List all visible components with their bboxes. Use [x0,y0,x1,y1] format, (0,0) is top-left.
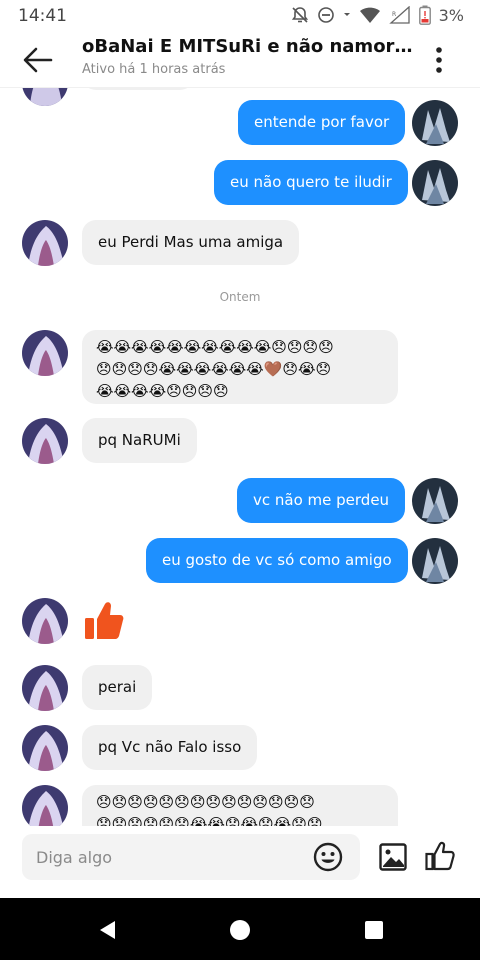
arrow-left-icon [23,47,53,73]
date-divider: Ontem [219,290,261,304]
conversation-title[interactable]: oBaNai E MITSuRi e não namora ... [82,36,420,57]
nav-home-button[interactable] [228,918,252,942]
message-text: pq NaRUMi [98,431,181,449]
thumbs-up-reaction[interactable] [82,598,126,642]
triangle-back-icon [100,921,115,939]
message-bubble-emoji[interactable]: 😭😭😭😭😭😭😭😭😭😭😞😞😞😞 😞😞😞😞😭😭😭😭😭😭🤎😞😭😞 😭😭😭😭😞😞😞😞 [82,330,398,404]
message-bubble-incoming[interactable]: pq Vc não Falo isso [82,725,258,770]
emoji-button[interactable] [312,841,344,873]
thumbs-up-icon [425,841,455,871]
message-bubble-outgoing[interactable]: entende por favor [238,100,406,145]
emoji-row: 😭😭😭😭😭😭😭😭😭😭😞😞😞😞 [96,338,334,356]
status-time: 14:41 [18,6,67,26]
message-text: perai [98,678,137,696]
smiley-icon [313,842,343,872]
chat-header: oBaNai E MITSuRi e não namora ... Ativo … [0,32,480,88]
message-bubble-emoji[interactable]: 😞😞😞😞😞😞😞😞😞😞😞😞😞😞 😞😞😞😞😞😞😭😭😞😭😞😭😞😞 [82,785,398,826]
status-icons: R 3% [291,5,464,25]
message-text: vc não me perdeu [253,491,390,509]
my-avatar[interactable] [412,538,458,584]
notifications-off-icon [291,7,308,23]
emoji-row: 😞😞😞😞😭😭😭😭😭😭🤎😞😭😞 [96,360,332,378]
signal-icon: R [388,6,410,24]
message-text: eu gosto de vc só como amigo [162,551,392,569]
message-bubble-incoming[interactable]: eu Perdi Mas uma amiga [82,220,300,265]
emoji-row: 😭😭😭😭😞😞😞😞 [96,382,229,400]
image-icon [379,843,407,871]
square-recents-icon [365,921,383,939]
contact-avatar[interactable] [22,785,68,826]
contact-avatar[interactable] [22,220,68,266]
circle-home-icon [230,920,250,940]
message-text: pq Vc não Falo isso [98,738,242,756]
back-button[interactable] [18,40,58,80]
more-vertical-icon [436,47,442,73]
message-bubble-incoming[interactable]: pq NaRUMi [82,418,197,463]
message-text: eu não quero te iludir [230,173,392,191]
my-avatar[interactable] [412,478,458,524]
emoji-row: 😞😞😞😞😞😞😞😞😞😞😞😞😞😞 [96,793,315,811]
arrows-icon [343,13,350,16]
contact-avatar[interactable] [22,330,68,376]
status-bar: 14:41 R 3% [0,0,480,32]
do-not-disturb-icon [317,7,334,23]
message-bubble-outgoing[interactable]: vc não me perdeu [237,478,406,523]
active-status: Ativo há 1 horas atrás [82,62,226,77]
wifi-icon [359,7,380,23]
battery-percent: 3% [438,5,464,25]
nav-back-button[interactable] [96,918,120,942]
message-bubble-outgoing[interactable]: eu gosto de vc só como amigo [146,538,408,583]
svg-text:R: R [392,11,396,18]
my-avatar[interactable] [412,100,458,146]
battery-low-icon [418,5,431,25]
message-input[interactable] [22,834,360,880]
nav-recents-button[interactable] [362,918,386,942]
contact-avatar[interactable] [22,725,68,771]
message-text: eu Perdi Mas uma amiga [98,233,284,251]
message-bubble-outgoing[interactable]: eu não quero te iludir [214,160,408,205]
message-list[interactable]: entende por favor eu não quero te iludir… [0,88,480,826]
send-like-button[interactable] [424,840,456,872]
avatar [22,88,68,106]
thumbs-up-icon [85,602,124,639]
gallery-button[interactable] [378,842,408,872]
message-bubble-incoming[interactable]: perai [82,665,153,710]
message-composer [0,826,480,898]
system-navigation-bar [0,898,480,960]
emoji-row: 😞😞😞😞😞😞😭😭😞😭😞😭😞😞 [96,815,323,826]
message-bubble-partial [82,88,194,90]
message-text: entende por favor [254,113,390,131]
contact-avatar[interactable] [22,418,68,464]
my-avatar[interactable] [412,160,458,206]
more-options-button[interactable] [424,40,454,80]
contact-avatar[interactable] [22,598,68,644]
contact-avatar[interactable] [22,665,68,711]
